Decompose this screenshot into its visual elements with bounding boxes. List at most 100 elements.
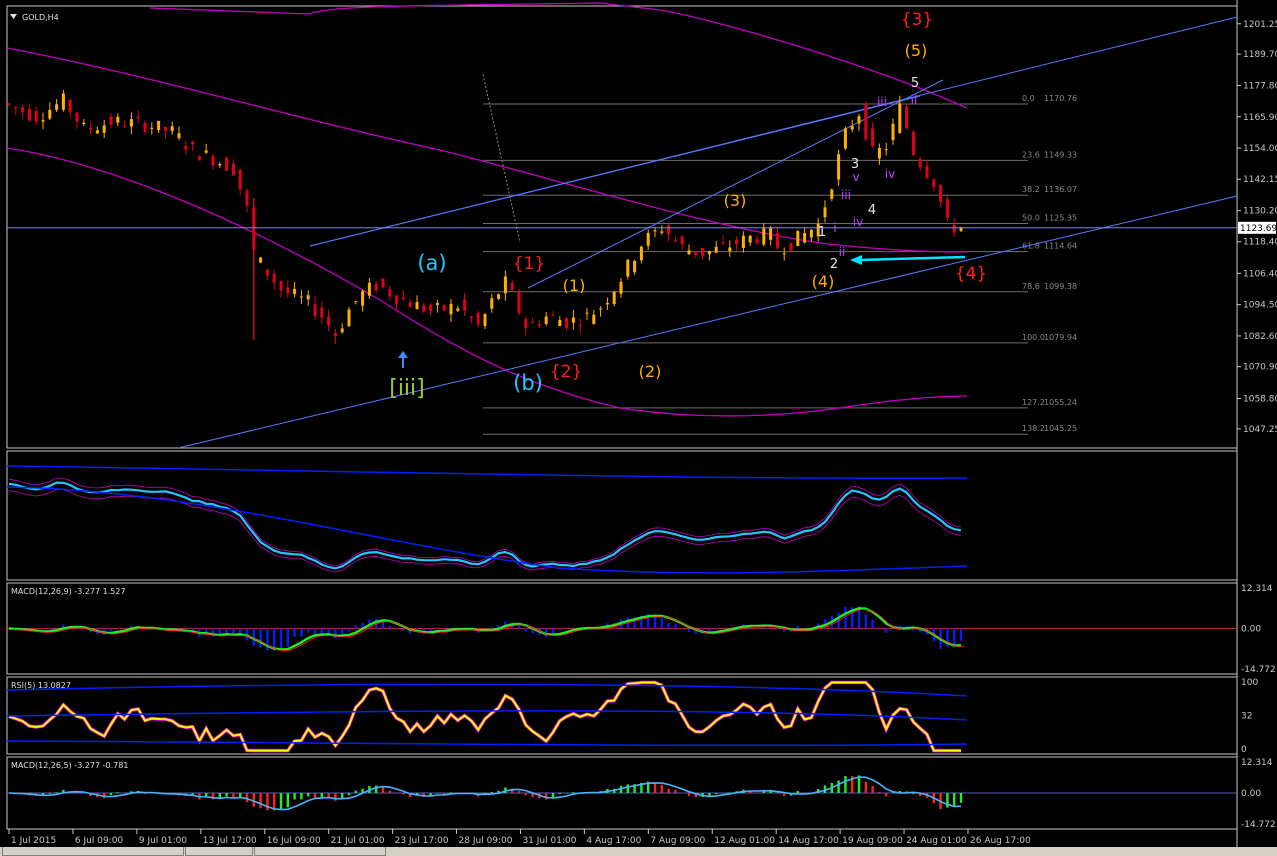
fib-level-price: 1170.76: [1044, 94, 1077, 103]
histogram-bar: [878, 627, 881, 629]
price-tick-label: 1189.70: [1243, 50, 1277, 60]
candle-body: [435, 302, 439, 306]
fib-level-price: 1099.38: [1044, 282, 1077, 291]
candle-body: [592, 314, 596, 325]
wave-label: {3}: [901, 10, 933, 30]
candle-body: [918, 158, 922, 168]
histogram-bar: [796, 790, 799, 793]
histogram-bar: [837, 780, 840, 793]
fib-level-price: 1136.07: [1044, 185, 1077, 194]
time-tick-label: 7 Aug 09:00: [650, 836, 705, 846]
candle-body: [769, 227, 773, 240]
candle-body: [694, 251, 698, 255]
histogram-bar: [75, 792, 79, 794]
chart-tab[interactable]: [2, 847, 184, 856]
candle-body: [89, 128, 93, 130]
histogram-bar: [334, 793, 337, 801]
histogram-bar: [55, 792, 58, 793]
candle-body: [286, 287, 290, 294]
candle-body: [197, 155, 201, 161]
histogram-bar: [844, 606, 847, 629]
candle-body: [129, 119, 133, 127]
wave-label: iii: [877, 95, 887, 109]
rsi-glow-line: [8, 680, 961, 753]
indicator-tick-label: 12.314: [1241, 758, 1273, 768]
candle-body: [728, 247, 732, 252]
histogram-bar: [565, 793, 568, 794]
histogram-bar: [517, 791, 521, 793]
wave-label: ii: [911, 93, 918, 107]
candle-body: [476, 312, 480, 325]
price-tick-label: 1047.25: [1243, 425, 1277, 435]
candle-body: [612, 291, 616, 304]
candle-body: [653, 230, 657, 232]
time-tick-label: 12 Aug 01:00: [714, 836, 775, 846]
time-tick-label: 16 Jul 09:00: [267, 836, 321, 846]
trendline: [177, 195, 1238, 449]
histogram-bar: [259, 628, 262, 648]
candle-body: [626, 259, 630, 277]
candle-body: [503, 276, 507, 294]
candle-body: [735, 239, 739, 245]
histogram-bar: [885, 793, 888, 797]
histogram-bar: [388, 790, 391, 793]
histogram-bar: [252, 793, 255, 807]
time-axis: 1 Jul 2015 6 Jul 09:00 9 Jul 01:00 13 Jul 1…: [8, 829, 1031, 846]
symbol-dropdown-icon[interactable]: [10, 14, 17, 19]
candle-body: [191, 142, 195, 145]
candle-body: [442, 305, 446, 311]
wave-label: (b): [513, 371, 543, 395]
candle-body: [7, 103, 11, 105]
candle-body: [34, 111, 38, 122]
histogram-bar: [959, 793, 963, 803]
candle-body: [687, 250, 691, 255]
rsi-envelope: [6, 740, 968, 747]
candle-body: [578, 325, 582, 327]
candle-body: [680, 236, 684, 245]
candle-body: [884, 149, 888, 151]
time-tick-label: 21 Jul 01:00: [331, 836, 385, 846]
histogram-bar: [307, 628, 310, 633]
price-tick-label: 1201.25: [1243, 20, 1277, 30]
candle-body: [939, 184, 943, 203]
candle-body: [701, 248, 705, 256]
wave-label: ii: [839, 245, 846, 259]
wave-label: (1): [563, 276, 586, 295]
histogram-bar: [293, 628, 296, 637]
chart-tab[interactable]: [254, 847, 386, 856]
histogram-bar: [572, 792, 575, 793]
candle-body: [830, 189, 834, 199]
wave-label: (3): [724, 191, 747, 210]
histogram-bar: [436, 792, 439, 794]
histogram-bar: [48, 793, 51, 794]
candle-body: [170, 126, 174, 132]
candle-body: [823, 207, 827, 218]
target-arrow-head: [850, 255, 862, 265]
histogram-bar: [708, 793, 711, 796]
fib-level-pct: 127.2: [1022, 398, 1045, 407]
chart-window[interactable]: 0.0 1170.76 23.6 1149.33 38.2 1136.07 50.0 1125…: [0, 0, 1277, 856]
chart-tab[interactable]: [185, 847, 253, 856]
trendlines[interactable]: [177, 16, 1238, 449]
histogram-bar: [347, 628, 351, 632]
candle-body: [544, 316, 548, 325]
candle-body: [320, 307, 324, 318]
histogram-bar: [545, 793, 548, 800]
histogram-bar: [667, 623, 670, 629]
candle-body: [313, 304, 317, 316]
fib-level-price: 1055.24: [1044, 398, 1077, 407]
candle-body: [469, 316, 473, 318]
histogram-bar: [279, 793, 283, 810]
candle-body: [204, 150, 208, 153]
price-tick-label: 1165.90: [1243, 113, 1277, 123]
time-tick-label: 19 Aug 09:00: [842, 836, 903, 846]
candle-body: [333, 332, 337, 337]
histogram-bar: [626, 784, 629, 793]
wave-label: 5: [911, 76, 919, 91]
candle-body: [667, 225, 671, 235]
target-arrow: [859, 255, 966, 262]
fib-level-pct: 23.6: [1022, 150, 1040, 159]
candle-body: [225, 157, 229, 171]
histogram-bar: [844, 775, 847, 793]
candle-body: [775, 232, 779, 249]
